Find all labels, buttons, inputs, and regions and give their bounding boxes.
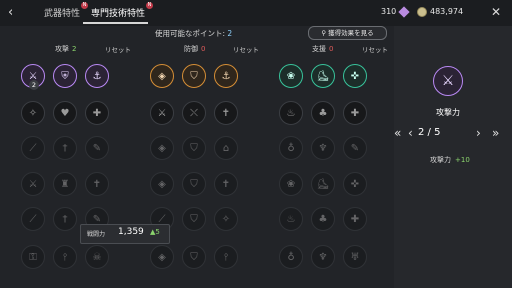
- dagger-icon[interactable]: †: [53, 207, 77, 231]
- last-page-button[interactable]: »: [492, 126, 499, 140]
- gold-count: 483,974: [430, 7, 464, 16]
- bottle-icon[interactable]: ♆: [311, 136, 335, 160]
- cross-icon[interactable]: ✚: [85, 101, 109, 125]
- crossed-swords-icon[interactable]: ⚔: [150, 101, 174, 125]
- available-points: 使用可能なポイント: 2: [155, 28, 232, 39]
- max-icon[interactable]: ◈: [150, 136, 174, 160]
- level-badge: 2: [29, 80, 39, 90]
- combat-power-label: 戦闘力: [87, 231, 106, 238]
- sword-slash-icon[interactable]: ⟋: [21, 136, 45, 160]
- stat-value: +10: [455, 156, 470, 164]
- dagger-icon[interactable]: †: [53, 136, 77, 160]
- page-indicator: 2 / 5: [418, 127, 441, 138]
- crossed-swords-icon[interactable]: ⚔: [21, 172, 45, 196]
- stat-name: 攻撃力: [430, 156, 451, 164]
- column-name: 攻撃: [55, 45, 69, 53]
- view-effects-label: 獲得効果を見る: [328, 29, 374, 37]
- max-hp-icon[interactable]: ◈: [150, 64, 174, 88]
- column-value: 0: [201, 45, 206, 53]
- sparkle-cross-icon[interactable]: ✜: [343, 172, 367, 196]
- tab-label: 武器特性: [44, 9, 81, 19]
- feather-icon[interactable]: ✎: [85, 136, 109, 160]
- points-value: 2: [227, 29, 233, 38]
- tab-specialty-traits[interactable]: 専門技術特性 N: [91, 2, 154, 19]
- sword-icon[interactable]: ⤬: [182, 101, 206, 125]
- potion-icon[interactable]: ♁: [279, 245, 303, 269]
- view-effects-button[interactable]: ⚲ 獲得効果を見る: [308, 26, 387, 40]
- boot-icon[interactable]: ⛸: [311, 64, 335, 88]
- selected-trait-name: 攻撃力: [436, 108, 460, 117]
- bottle-icon[interactable]: ♆: [311, 245, 335, 269]
- first-page-button[interactable]: «: [394, 126, 401, 140]
- back-button[interactable]: ‹: [8, 5, 13, 20]
- wing-icon[interactable]: ✧: [214, 207, 238, 231]
- anchor-trident-icon[interactable]: ⚓: [85, 64, 109, 88]
- column-header-support: 支援 0: [312, 44, 333, 54]
- max-icon[interactable]: ◈: [150, 172, 174, 196]
- shield-icon[interactable]: ⛉: [182, 207, 206, 231]
- shield-icon[interactable]: ⛉: [182, 136, 206, 160]
- column-header-defense: 防御 0: [184, 44, 205, 54]
- skull-icon[interactable]: ☠: [85, 245, 109, 269]
- cross-icon[interactable]: ✝: [214, 172, 238, 196]
- sparkle-cross-icon[interactable]: ✜: [343, 64, 367, 88]
- lock-icon[interactable]: ⚿: [21, 245, 45, 269]
- close-button[interactable]: ✕: [491, 5, 501, 19]
- cross-icon[interactable]: ✚: [343, 207, 367, 231]
- heart-icon[interactable]: ♥: [53, 101, 77, 125]
- helmet-icon[interactable]: ♜: [53, 172, 77, 196]
- boot-icon[interactable]: ⛸: [311, 172, 335, 196]
- clover-icon[interactable]: ♣: [311, 207, 335, 231]
- clover-icon[interactable]: ♣: [311, 101, 335, 125]
- tab-label: 専門技術特性: [91, 9, 146, 19]
- combat-power-increase: ▲5: [150, 228, 160, 236]
- prev-page-button[interactable]: ‹: [408, 126, 413, 140]
- shield-icon[interactable]: ⛉: [182, 64, 206, 88]
- potion-icon[interactable]: ♁: [279, 136, 303, 160]
- column-value: 2: [72, 45, 77, 53]
- new-badge: N: [146, 2, 154, 9]
- rabbit-icon[interactable]: ❀: [279, 172, 303, 196]
- chevron-icon[interactable]: ⌂: [214, 136, 238, 160]
- points-label: 使用可能なポイント:: [155, 29, 228, 38]
- reset-defense-button[interactable]: リセット: [233, 44, 259, 54]
- column-header-attack: 攻撃 2: [55, 44, 76, 54]
- reset-support-button[interactable]: リセット: [362, 44, 388, 54]
- blade-icon[interactable]: ⫯: [214, 245, 238, 269]
- column-name: 支援: [312, 45, 326, 53]
- rabbit-icon[interactable]: ❀: [279, 64, 303, 88]
- anchor-icon[interactable]: ⚓: [214, 64, 238, 88]
- column-value: 0: [329, 45, 334, 53]
- cross-icon[interactable]: ✝: [85, 172, 109, 196]
- cup-icon[interactable]: ♅: [343, 245, 367, 269]
- max-icon[interactable]: ◈: [150, 245, 174, 269]
- feather-icon[interactable]: ✎: [343, 136, 367, 160]
- cross-icon[interactable]: ✚: [343, 101, 367, 125]
- wings-icon[interactable]: ✧: [21, 101, 45, 125]
- blade-icon[interactable]: ⫯: [53, 245, 77, 269]
- next-page-button[interactable]: ›: [476, 126, 481, 140]
- cross-icon[interactable]: ✝: [214, 101, 238, 125]
- combat-power-value: 1,359: [118, 227, 144, 237]
- gold-icon: [417, 7, 427, 17]
- column-name: 防御: [184, 45, 198, 53]
- shield-icon[interactable]: ⛉: [182, 172, 206, 196]
- gem-count: 310: [381, 7, 397, 16]
- level-pager: « ‹ › »: [394, 126, 512, 142]
- selected-trait-icon: ⚔: [433, 66, 463, 96]
- reset-attack-button[interactable]: リセット: [105, 44, 131, 54]
- combat-power-toast: 戦闘力 1,359 ▲5: [80, 224, 170, 244]
- sword-slash-icon[interactable]: ⟋: [21, 207, 45, 231]
- tab-weapon-traits[interactable]: 武器特性 N: [44, 2, 89, 19]
- flame-icon[interactable]: ♨: [279, 207, 303, 231]
- active-tab-indicator: [83, 22, 148, 24]
- stat-row: 攻撃力 +10: [430, 155, 470, 165]
- shield-skull-icon[interactable]: ⛨: [53, 64, 77, 88]
- new-badge: N: [81, 2, 89, 9]
- flame-icon[interactable]: ♨: [279, 101, 303, 125]
- shield-icon[interactable]: ⛉: [182, 245, 206, 269]
